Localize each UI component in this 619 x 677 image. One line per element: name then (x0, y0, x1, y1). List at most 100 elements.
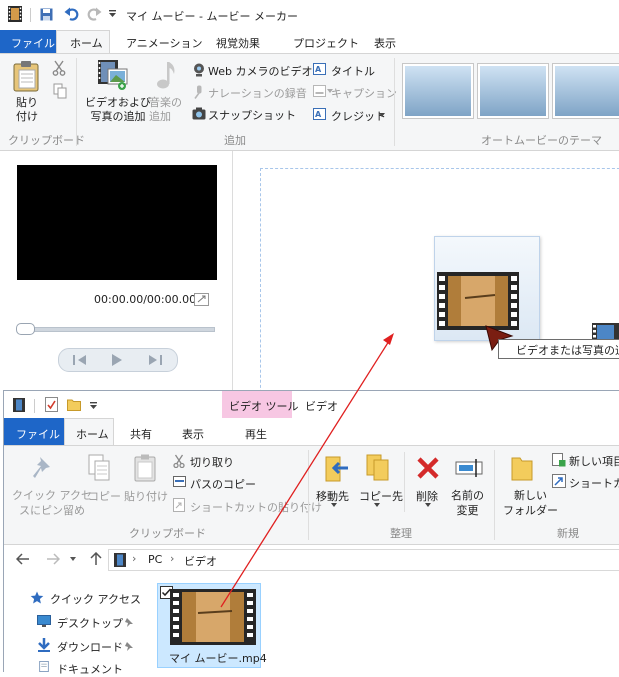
copy-to-icon[interactable] (364, 453, 392, 481)
new-folder-qat-icon[interactable] (67, 398, 81, 411)
delete-dropdown-icon[interactable] (425, 503, 431, 507)
add-music-label[interactable]: 音楽の 追加 (149, 96, 182, 124)
seek-slider-track[interactable] (17, 327, 215, 332)
new-folder-icon[interactable] (510, 455, 534, 481)
copy-path-label[interactable]: パスのコピー (190, 476, 256, 492)
move-to-icon[interactable] (322, 454, 350, 482)
up-arrow-icon[interactable] (90, 552, 102, 566)
move-to-label[interactable]: 移動先 (316, 488, 349, 504)
pinned-icon (125, 642, 133, 651)
tab-visual-effects[interactable]: 視覚効果 (216, 35, 260, 51)
explorer-tab-play[interactable]: 再生 (245, 426, 267, 442)
fullscreen-preview-icon[interactable] (194, 293, 209, 306)
moviemaker-app-icon[interactable] (8, 6, 22, 22)
nav-downloads[interactable]: ダウンロード (57, 639, 123, 655)
previous-frame-icon[interactable] (73, 355, 87, 365)
back-arrow-icon[interactable] (16, 553, 30, 565)
copy-to-label[interactable]: コピー先 (359, 488, 403, 504)
move-to-dropdown-icon[interactable] (331, 503, 337, 507)
recent-locations-dropdown-icon[interactable] (70, 557, 76, 561)
play-icon[interactable] (112, 354, 122, 366)
paste-icon[interactable] (134, 454, 156, 482)
qat-customize-icon[interactable] (108, 10, 117, 18)
shortcut-label[interactable]: ショートカット (569, 475, 619, 491)
explorer-window-title: ビデオ (305, 400, 338, 413)
seek-slider-thumb[interactable] (16, 323, 35, 335)
video-tools-context-label: ビデオ ツール (229, 400, 299, 413)
automovie-theme-3[interactable] (552, 63, 619, 119)
rename-icon[interactable] (455, 458, 483, 478)
explorer-tab-view[interactable]: 表示 (182, 426, 204, 442)
microphone-icon[interactable] (193, 85, 205, 99)
credits-icon[interactable]: A (313, 108, 326, 120)
explorer-tab-share[interactable]: 共有 (130, 426, 152, 442)
title-icon[interactable]: A (313, 63, 326, 75)
snapshot-label[interactable]: スナップショット (208, 107, 296, 123)
rename-label[interactable]: 名前の 変更 (451, 488, 484, 518)
pin-icon[interactable] (32, 455, 54, 481)
copy-to-dropdown-icon[interactable] (374, 503, 380, 507)
narration-label[interactable]: ナレーションの録音 (208, 85, 307, 101)
title-label[interactable]: タイトル (331, 63, 375, 79)
breadcrumb-videos[interactable]: ビデオ (184, 553, 217, 569)
properties-icon[interactable] (45, 397, 58, 412)
save-icon[interactable] (40, 8, 53, 21)
credits-dropdown-icon[interactable] (379, 113, 385, 117)
snapshot-icon[interactable] (192, 107, 206, 120)
cut-icon[interactable] (52, 60, 66, 76)
shortcut-icon[interactable] (552, 474, 566, 488)
caption-icon[interactable] (313, 85, 326, 97)
copy-icon[interactable] (88, 454, 110, 482)
new-item-icon[interactable] (552, 453, 566, 467)
nav-quick-access[interactable]: クイック アクセス (50, 591, 141, 607)
paste-icon[interactable] (12, 60, 40, 92)
next-frame-icon[interactable] (148, 355, 162, 365)
webcam-video-label[interactable]: Web カメラのビデオ (208, 63, 312, 79)
undo-icon[interactable] (64, 7, 80, 21)
paste-shortcut-icon[interactable] (173, 498, 185, 512)
new-folder-label[interactable]: 新しい フォルダー (503, 488, 558, 518)
webcam-icon[interactable] (193, 63, 205, 77)
add-video-photo-icon[interactable] (98, 60, 128, 90)
tab-project[interactable]: プロジェクト (293, 35, 359, 51)
window-title: マイ ムービー - ムービー メーカー (126, 10, 298, 23)
svg-text:A: A (315, 65, 322, 74)
delete-icon[interactable] (416, 456, 440, 480)
videos-folder-icon (114, 553, 126, 567)
copy-label[interactable]: コピー (88, 488, 121, 504)
nav-documents[interactable]: ドキュメント (57, 661, 123, 677)
qat-divider (34, 399, 35, 413)
credits-label[interactable]: クレジット (331, 108, 386, 124)
music-note-icon[interactable] (156, 60, 178, 90)
divider (394, 58, 395, 146)
drag-tooltip-text: ビデオまたは写真の追加 (516, 344, 619, 357)
organize-group-label: 整理 (390, 527, 412, 540)
automovie-theme-2[interactable] (477, 63, 549, 119)
qat-customize-icon[interactable] (89, 402, 98, 410)
new-item-label[interactable]: 新しい項目 (569, 453, 619, 469)
redo-icon[interactable] (86, 7, 102, 21)
explorer-clipboard-group-label: クリップボード (129, 527, 206, 540)
forward-arrow-icon[interactable] (46, 553, 60, 565)
breadcrumb-pc[interactable]: PC (148, 553, 162, 566)
tab-view[interactable]: 表示 (374, 35, 396, 51)
tab-animation[interactable]: アニメーション (126, 35, 203, 51)
pin-quick-access-label[interactable]: クイック アクセ スにピン留め (12, 488, 92, 518)
divider (76, 58, 77, 146)
playback-time: 00:00.00/00:00.00 (94, 293, 197, 306)
paste-label[interactable]: 貼り付け (124, 488, 168, 504)
nav-desktop[interactable]: デスクトップ (57, 615, 123, 631)
copy-icon[interactable] (53, 83, 67, 99)
add-video-photo-label[interactable]: ビデオおよび 写真の追加 (85, 96, 151, 124)
explorer-app-icon[interactable] (13, 398, 25, 412)
caption-label[interactable]: キャプション (331, 85, 397, 101)
cut-icon[interactable] (173, 454, 185, 468)
paste-button-label[interactable]: 貼り 付け (16, 96, 38, 124)
copy-path-icon[interactable] (173, 476, 186, 487)
cut-label[interactable]: 切り取り (190, 454, 234, 470)
paste-shortcut-label[interactable]: ショートカットの貼り付け (190, 499, 322, 515)
automovie-theme-1[interactable] (402, 63, 474, 119)
divider (308, 450, 309, 540)
file-name[interactable]: マイ ムービー.mp4 (169, 650, 267, 666)
delete-label[interactable]: 削除 (416, 488, 438, 504)
